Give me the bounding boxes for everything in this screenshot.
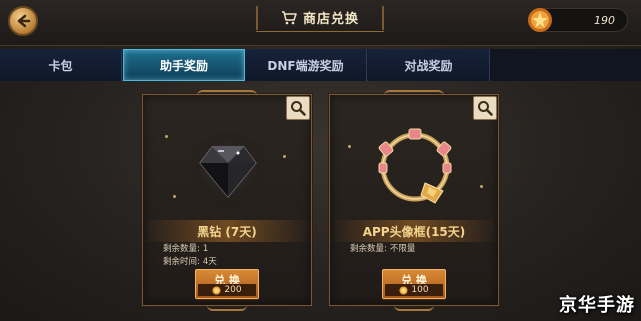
tab-dnf-pc-rewards[interactable]: DNF端游奖励	[245, 49, 367, 81]
watermark: 京华手游	[559, 295, 635, 316]
remaining-time-value: 4天	[202, 257, 217, 267]
sparkle	[348, 145, 351, 148]
sparkle	[165, 135, 168, 138]
price-value: 100	[411, 285, 429, 295]
page-title: 商店兑换	[302, 12, 359, 27]
tab-bar: 卡包 助手奖励 DNF端游奖励 对战奖励	[0, 49, 641, 81]
back-arrow-icon	[17, 14, 31, 28]
remaining-qty-label: 剩余数量:	[350, 244, 387, 254]
gold-coin-icon	[525, 5, 555, 35]
zoom-button[interactable]	[286, 96, 310, 120]
item-info: 剩余数量: 1 剩余时间: 4天	[163, 243, 217, 269]
page-title-plate: 商店兑换	[256, 4, 384, 32]
tab-bar-filler	[490, 49, 641, 81]
item-name: 黑钻 (7天)	[143, 220, 311, 242]
gold-coin-icon	[399, 285, 408, 295]
price-value: 200	[224, 285, 242, 295]
price-row: 200	[198, 284, 256, 296]
item-info: 剩余数量: 不限量	[350, 243, 415, 256]
tab-assistant-rewards[interactable]: 助手奖励	[123, 49, 245, 81]
sparkle	[480, 185, 483, 188]
black-diamond-icon	[178, 117, 278, 217]
price-row: 100	[385, 284, 443, 296]
zoom-button[interactable]	[473, 96, 497, 120]
magnifier-icon	[478, 101, 493, 116]
redeem-button[interactable]: 兑 换 100	[382, 269, 446, 299]
tab-battle-rewards[interactable]: 对战奖励	[368, 49, 490, 81]
sparkle	[283, 155, 286, 158]
back-button[interactable]	[8, 6, 38, 36]
card-ornament	[394, 303, 434, 311]
card-ornament	[207, 303, 247, 311]
currency-display: 190	[528, 8, 628, 32]
currency-amount: 190	[594, 14, 615, 27]
gold-coin-icon	[212, 285, 221, 295]
remaining-qty-value: 不限量	[389, 244, 416, 254]
tab-card-pack[interactable]: 卡包	[0, 49, 122, 81]
remaining-qty-value: 1	[202, 244, 209, 254]
remaining-time-label: 剩余时间:	[163, 257, 200, 267]
top-bar: 商店兑换 190	[0, 0, 641, 46]
avatar-frame-icon	[365, 117, 465, 217]
redeem-button[interactable]: 兑 换 200	[195, 269, 259, 299]
shop-item-card: 黑钻 (7天) 剩余数量: 1 剩余时间: 4天 兑 换 200	[142, 94, 312, 311]
magnifier-icon	[291, 101, 306, 116]
item-name: APP头像框(15天)	[330, 220, 498, 242]
shopping-cart-icon	[281, 10, 297, 25]
remaining-qty-label: 剩余数量:	[163, 244, 200, 254]
shop-item-card: APP头像框(15天) 剩余数量: 不限量 兑 换 100	[329, 94, 499, 311]
sparkle	[173, 195, 176, 198]
